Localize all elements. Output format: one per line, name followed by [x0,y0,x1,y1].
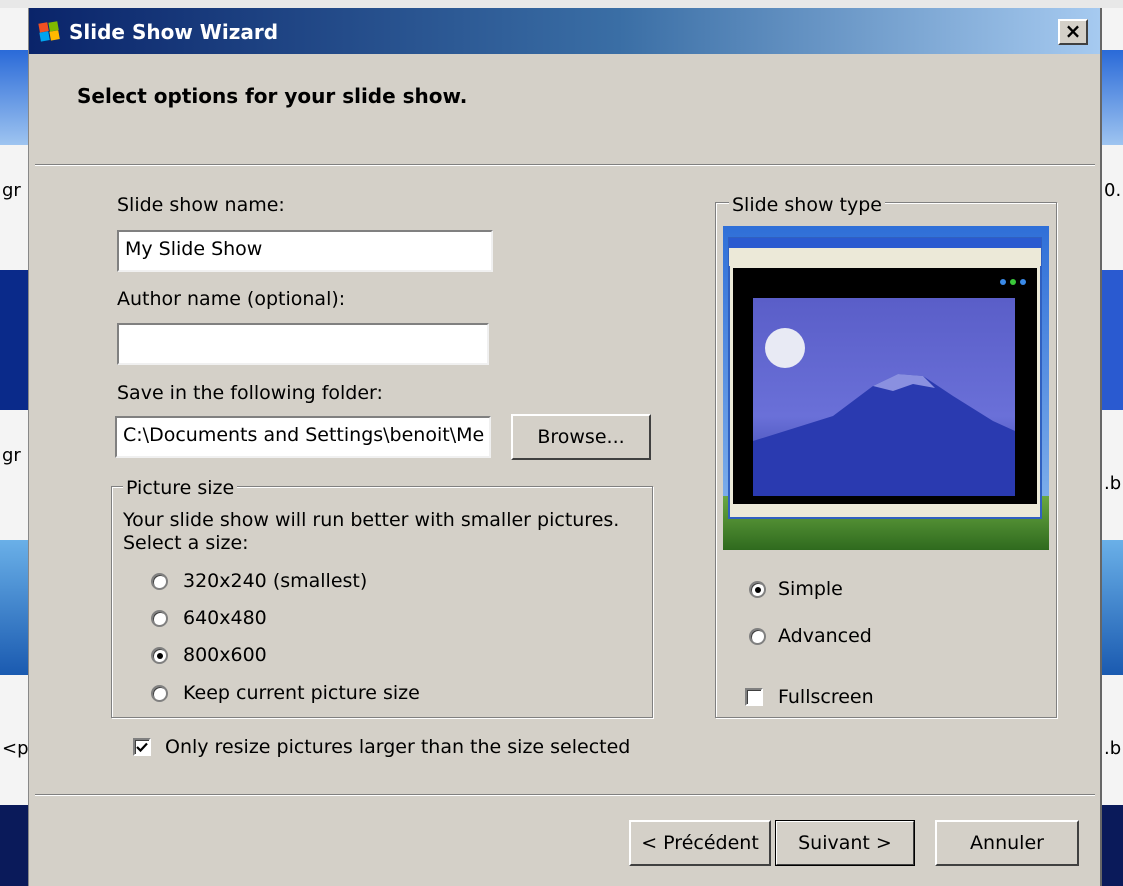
next-button[interactable]: Suivant > [775,820,915,866]
cancel-button[interactable]: Annuler [935,820,1079,866]
slide-show-type-group-title: Slide show type [729,194,885,216]
background-filename-fragment: 0. [1104,180,1122,201]
background-filename-fragment: <p [2,738,29,759]
size-640x480-radio[interactable] [151,610,168,627]
background-thumb-mid-right [1102,270,1123,410]
cancel-button-label: Annuler [970,832,1044,854]
background-thumb-low-right [1102,540,1123,675]
background-top-strip [0,0,1123,8]
background-thumb-low-left [0,540,28,675]
background-thumb-top-right [1102,50,1123,145]
type-advanced-label[interactable]: Advanced [778,625,872,647]
background-thumb-bottom-left [0,805,28,886]
background-thumb-mid-left [0,270,28,410]
slide-show-name-label: Slide show name: [117,194,285,216]
wizard-app-icon [37,19,63,43]
size-800x600-label[interactable]: 800x600 [183,644,267,666]
save-folder-label: Save in the following folder: [117,382,383,404]
background-filename-fragment: .b [1104,738,1122,759]
previous-button-label: < Précédent [641,832,759,854]
picture-size-group-title: Picture size [123,477,238,499]
type-advanced-radio[interactable] [749,628,766,645]
next-button-label: Suivant > [798,832,892,854]
background-thumb-top-left [0,50,28,145]
background-thumb-bottom-right [1102,805,1123,886]
dialog-title: Slide Show Wizard [69,20,279,44]
slide-show-wizard-dialog: Slide Show Wizard × Select options for y… [28,8,1102,886]
previous-button[interactable]: < Précédent [629,820,771,866]
author-name-label: Author name (optional): [117,288,346,310]
background-filename-fragment: gr [2,445,21,466]
slide-show-preview-image [723,226,1049,550]
picture-size-prompt: Select a size: [123,532,249,554]
size-320x240-radio[interactable] [151,573,168,590]
only-resize-larger-label[interactable]: Only resize pictures larger than the siz… [165,736,630,758]
wizard-step-heading: Select options for your slide show. [77,84,468,108]
wizard-header: Select options for your slide show. [29,54,1100,164]
browse-button[interactable]: Browse... [511,414,651,460]
radio-selected-dot [157,653,163,659]
fullscreen-checkbox[interactable] [745,688,763,706]
only-resize-larger-checkbox[interactable] [133,738,151,756]
author-name-input[interactable] [117,323,489,365]
close-button[interactable]: × [1058,19,1088,45]
footer-divider [35,794,1095,796]
size-640x480-label[interactable]: 640x480 [183,607,267,629]
fullscreen-label[interactable]: Fullscreen [778,686,874,708]
browse-button-label: Browse... [537,426,625,448]
type-simple-label[interactable]: Simple [778,578,843,600]
size-800x600-radio[interactable] [151,647,168,664]
radio-selected-dot [755,587,761,593]
checkmark-icon [136,742,148,753]
background-filename-fragment: .b [1104,473,1122,494]
close-icon: × [1064,19,1082,43]
save-folder-input[interactable]: C:\Documents and Settings\benoit\Me [115,416,491,458]
background-filename-fragment: gr [2,180,21,201]
size-keep-current-label[interactable]: Keep current picture size [183,682,420,704]
title-bar[interactable]: Slide Show Wizard × [29,8,1100,54]
size-320x240-label[interactable]: 320x240 (smallest) [183,570,367,592]
picture-size-description: Your slide show will run better with sma… [123,509,620,531]
slide-show-name-input[interactable]: My Slide Show [117,230,493,272]
type-simple-radio[interactable] [749,581,766,598]
header-divider [35,164,1095,166]
size-keep-current-radio[interactable] [151,685,168,702]
